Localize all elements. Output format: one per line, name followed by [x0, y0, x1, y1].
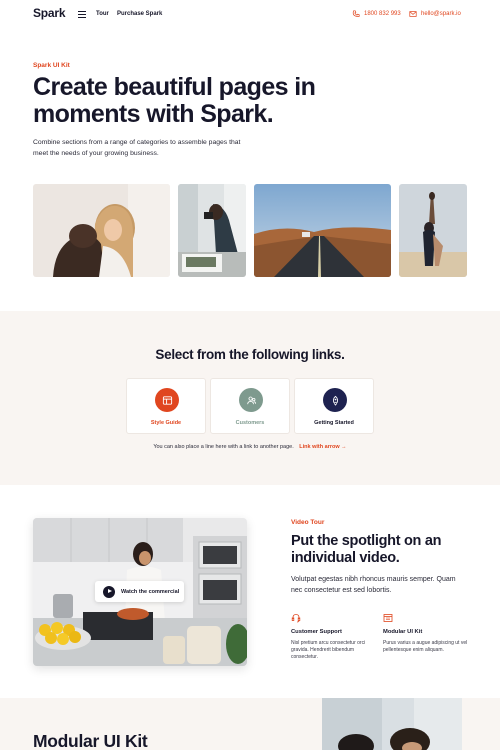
- video-thumbnail[interactable]: Watch the commercial: [33, 518, 247, 666]
- play-icon: [103, 585, 115, 598]
- link-card-customers[interactable]: Customers: [210, 378, 290, 434]
- feature-description: Purus varius a augue adipiscing ut vel p…: [383, 640, 468, 653]
- link-card-label: Customers: [235, 420, 265, 426]
- link-card-label: Getting Started: [314, 420, 354, 426]
- nav-link-purchase[interactable]: Purchase Spark: [117, 11, 162, 17]
- headset-icon: [291, 614, 301, 623]
- feature-description: Nisl pretium arcu consectetur orci gravi…: [291, 640, 366, 660]
- email-link[interactable]: hello@spark.io: [409, 10, 461, 18]
- rocket-icon: [323, 388, 347, 412]
- browser-icon: [383, 614, 393, 622]
- watch-label: Watch the commercial: [121, 588, 180, 595]
- links-note: You can also place a line here with a li…: [0, 444, 500, 450]
- phone-number: 1800 832 993: [364, 11, 401, 17]
- feature-title: Customer Support: [291, 629, 342, 635]
- phone-link[interactable]: 1800 832 993: [352, 10, 401, 18]
- feature-modular-ui-kit: Modular UI Kit Purus varius a augue adip…: [383, 613, 468, 654]
- phone-icon: [352, 10, 360, 17]
- hero-photo-road: [254, 184, 391, 277]
- watch-commercial-button[interactable]: Watch the commercial: [95, 581, 184, 602]
- video-subtitle: Volutpat egestas nibh rhoncus mauris sem…: [291, 576, 456, 594]
- modular-ui-kit-section: Modular UI Kit: [0, 698, 500, 750]
- layout-icon: [155, 388, 179, 412]
- hero-title: Create beautiful pages in moments with S…: [33, 73, 316, 128]
- hero-photo-photographer: [178, 184, 246, 277]
- mail-icon: [409, 11, 417, 17]
- link-card-style-guide[interactable]: Style Guide: [126, 378, 206, 434]
- hero-photo-yoga: [399, 184, 467, 277]
- spark-logo[interactable]: Spark: [33, 6, 66, 20]
- top-navigation: Spark Tour Purchase Spark 1800 832 993 h…: [0, 0, 500, 30]
- users-icon: [239, 388, 263, 412]
- modular-ui-kit-title: Modular UI Kit: [33, 731, 148, 750]
- video-title: Put the spotlight on an individual video…: [291, 533, 442, 566]
- link-card-getting-started[interactable]: Getting Started: [294, 378, 374, 434]
- feature-title: Modular UI Kit: [383, 629, 423, 635]
- hero-subtitle: Combine sections from a range of categor…: [33, 139, 241, 157]
- link-card-label: Style Guide: [150, 420, 182, 426]
- hero-eyebrow: Spark UI Kit: [33, 62, 70, 69]
- feature-customer-support: Customer Support Nisl pretium arcu conse…: [291, 613, 376, 661]
- email-address: hello@spark.io: [421, 11, 461, 17]
- links-section: Select from the following links. Style G…: [0, 311, 500, 485]
- nav-link-tour[interactable]: Tour: [96, 11, 109, 17]
- arrow-link[interactable]: Link with arrow →: [299, 444, 346, 450]
- video-eyebrow: Video Tour: [291, 519, 325, 526]
- modular-section-photo: [322, 698, 462, 750]
- links-note-text: You can also place a line here with a li…: [153, 444, 294, 450]
- hero-photo-girl-dog: [33, 184, 170, 277]
- links-section-title: Select from the following links.: [155, 347, 345, 362]
- menu-icon[interactable]: [78, 11, 86, 18]
